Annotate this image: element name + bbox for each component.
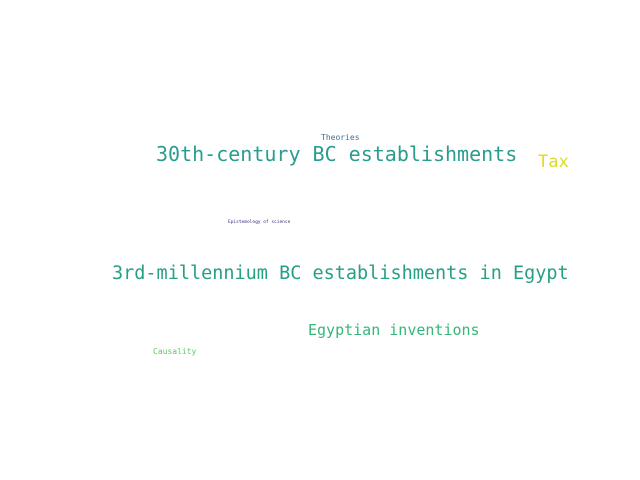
word-theories: Theories (321, 133, 360, 142)
word-3rd-millennium-bc-establishments-in-egypt: 3rd-millennium BC establishments in Egyp… (112, 263, 569, 284)
word-30th-century-bc-establishments: 30th-century BC establishments (156, 142, 518, 166)
word-epistemology-of-science: Epistemology of science (228, 220, 291, 225)
word-tax: Tax (538, 152, 569, 172)
word-cloud: 30th-century BC establishments 3rd-mille… (0, 0, 640, 480)
word-causality: Causality (153, 347, 197, 356)
word-egyptian-inventions: Egyptian inventions (308, 321, 480, 339)
